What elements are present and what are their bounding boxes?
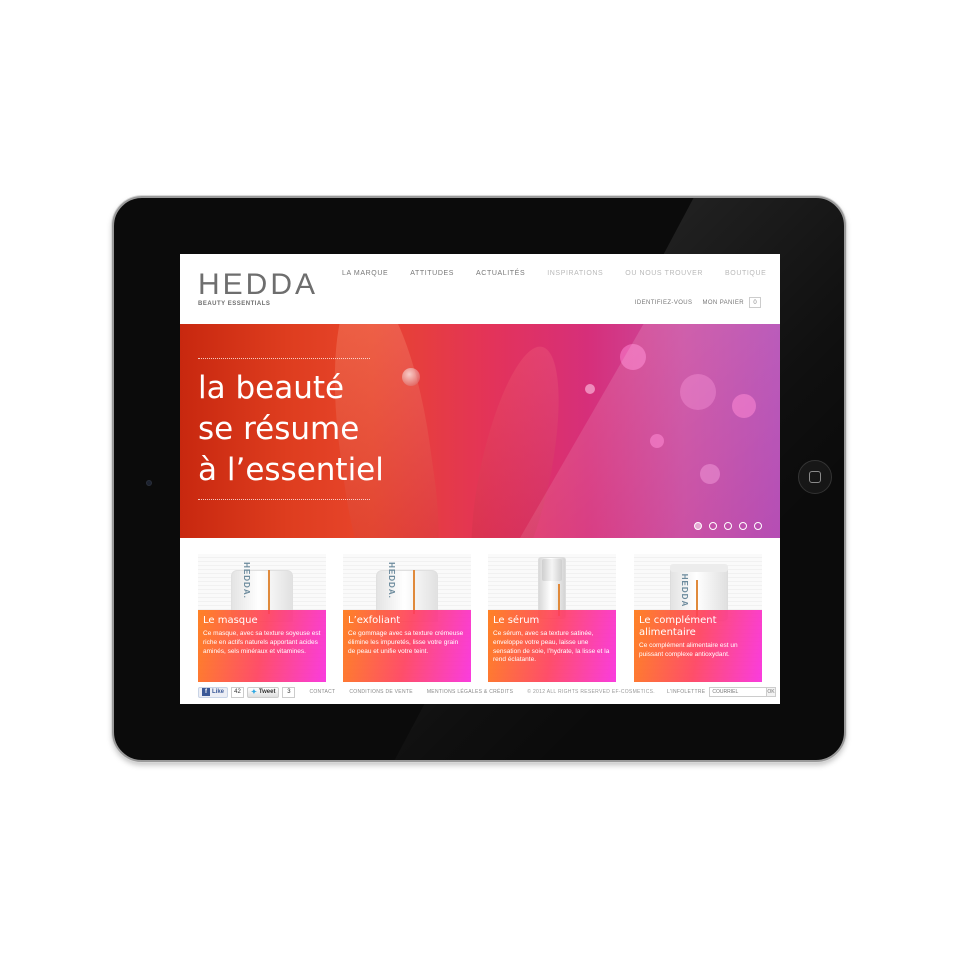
product-description: Ce gommage avec sa texture crémeuse élim… bbox=[348, 630, 464, 655]
main-nav: LA MARQUE ATTITUDES ACTUALITÉS INSPIRATI… bbox=[342, 270, 766, 277]
facebook-like-button[interactable]: f Like bbox=[198, 686, 229, 698]
product-image-tube: HEDDA. bbox=[198, 554, 326, 622]
product-card-masque[interactable]: HEDDA. Le masque Ce masque, avec sa text… bbox=[198, 554, 326, 682]
website-screen: HEDDA BEAUTY ESSENTIALS LA MARQUE ATTITU… bbox=[180, 254, 780, 704]
tweet-label: Tweet bbox=[258, 689, 276, 695]
nav-item-inspirations[interactable]: INSPIRATIONS bbox=[547, 270, 603, 277]
nav-item-la-marque[interactable]: LA MARQUE bbox=[342, 270, 388, 277]
tube-stripe bbox=[413, 570, 415, 614]
serum-cap bbox=[542, 559, 562, 581]
nav-item-ou-nous-trouver[interactable]: OU NOUS TROUVER bbox=[625, 270, 703, 277]
jar-lid bbox=[670, 564, 728, 572]
product-image-jar: HEDDA bbox=[634, 554, 762, 621]
product-brand-label: HEDDA. bbox=[241, 562, 251, 599]
like-count: 42 bbox=[231, 686, 245, 698]
slider-dot-4[interactable] bbox=[739, 522, 747, 530]
slider-pagination bbox=[687, 522, 762, 530]
footer-copyright: © 2012 ALL RIGHTS RESERVED EF-COSMETICS. bbox=[527, 689, 655, 695]
cart-count-badge[interactable]: 0 bbox=[749, 297, 761, 308]
product-caption: L’exfoliant Ce gommage avec sa texture c… bbox=[343, 610, 471, 682]
newsletter-email-input[interactable] bbox=[709, 687, 768, 697]
brand-name: HEDDA bbox=[198, 268, 319, 301]
bokeh-light bbox=[585, 384, 595, 394]
product-description: Ce sérum, avec sa texture satinée, envel… bbox=[493, 630, 610, 664]
water-drop bbox=[402, 368, 420, 386]
product-title: Le masque bbox=[203, 615, 258, 626]
product-card-exfoliant[interactable]: HEDDA. L’exfoliant Ce gommage avec sa te… bbox=[343, 554, 471, 682]
nav-item-actualites[interactable]: ACTUALITÉS bbox=[476, 270, 525, 277]
newsletter-ok-button[interactable]: OK bbox=[767, 687, 776, 697]
hero-bottom-divider bbox=[198, 499, 370, 500]
product-caption: Le masque Ce masque, avec sa texture soy… bbox=[198, 610, 326, 682]
footer-terms-link[interactable]: CONDITIONS DE VENTE bbox=[349, 689, 412, 695]
product-description: Ce complément alimentaire est un puissan… bbox=[639, 642, 738, 658]
nav-item-boutique[interactable]: BOUTIQUE bbox=[725, 270, 766, 277]
account-bar: IDENTIFIEZ-VOUS MON PANIER 0 bbox=[625, 297, 761, 308]
product-image-tube: HEDDA. bbox=[343, 554, 471, 622]
newsletter-label: L'INFOLETTRE bbox=[666, 689, 706, 695]
product-title: L’exfoliant bbox=[348, 615, 401, 626]
login-link[interactable]: IDENTIFIEZ-VOUS bbox=[635, 300, 693, 306]
brand-logo[interactable]: HEDDA BEAUTY ESSENTIALS bbox=[198, 268, 319, 308]
product-grid: HEDDA. Le masque Ce masque, avec sa text… bbox=[198, 554, 762, 682]
product-caption: Le complément alimentaire Ce complément … bbox=[634, 610, 762, 682]
hero-line-2: se résume bbox=[198, 411, 360, 447]
product-card-complement[interactable]: HEDDA Le complément alimentaire Ce compl… bbox=[634, 554, 762, 682]
tube-stripe bbox=[268, 570, 270, 614]
facebook-icon: f bbox=[202, 688, 210, 696]
slider-dot-1[interactable] bbox=[694, 522, 702, 530]
product-brand-label: HEDDA. bbox=[386, 562, 396, 599]
twitter-bird-icon: ✦ bbox=[251, 689, 257, 696]
slider-dot-5[interactable] bbox=[754, 522, 762, 530]
tweet-count: 3 bbox=[282, 686, 296, 698]
site-footer: f Like 42 ✦ Tweet 3 CONTACT CONDITIONS D… bbox=[198, 686, 776, 698]
hero-line-1: la beauté bbox=[198, 370, 345, 406]
product-description: Ce masque, avec sa texture soyeuse est r… bbox=[203, 630, 321, 655]
product-brand-label: HEDDA bbox=[680, 573, 690, 608]
product-card-serum[interactable]: Le sérum Ce sérum, avec sa texture satin… bbox=[488, 554, 616, 682]
hero-top-divider bbox=[198, 358, 370, 359]
like-label: Like bbox=[212, 689, 225, 695]
footer-legal-link[interactable]: MENTIONS LÉGALES & CRÉDITS bbox=[427, 689, 513, 695]
footer-contact-link[interactable]: CONTACT bbox=[309, 689, 335, 695]
social-buttons: f Like 42 ✦ Tweet 3 bbox=[198, 686, 296, 698]
hero-line-3: à l’essentiel bbox=[198, 452, 384, 488]
home-square-icon bbox=[809, 471, 821, 483]
product-caption: Le sérum Ce sérum, avec sa texture satin… bbox=[488, 610, 616, 682]
hero-headline: la beauté se résume à l’essentiel bbox=[198, 368, 384, 491]
slider-dot-2[interactable] bbox=[709, 522, 717, 530]
hero-banner: la beauté se résume à l’essentiel bbox=[180, 324, 780, 538]
cart-link[interactable]: MON PANIER bbox=[702, 300, 744, 306]
camera-icon bbox=[146, 480, 152, 486]
brand-tagline: BEAUTY ESSENTIALS bbox=[198, 301, 271, 307]
product-title: Le complément alimentaire bbox=[639, 615, 717, 638]
tweet-button[interactable]: ✦ Tweet bbox=[247, 686, 280, 698]
product-title: Le sérum bbox=[493, 615, 540, 626]
slider-dot-3[interactable] bbox=[724, 522, 732, 530]
product-image-serum bbox=[488, 554, 616, 619]
nav-item-attitudes[interactable]: ATTITUDES bbox=[410, 270, 454, 277]
home-button[interactable] bbox=[798, 460, 832, 494]
